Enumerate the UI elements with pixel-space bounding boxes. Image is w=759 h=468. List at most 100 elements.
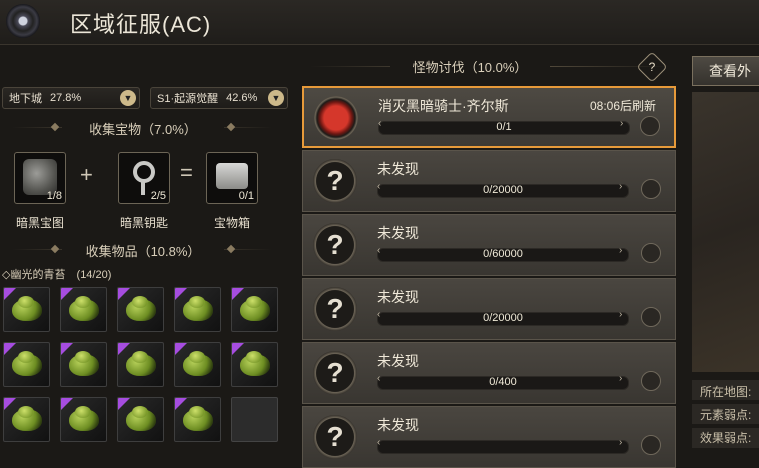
question-mark-icon: ? — [313, 159, 357, 203]
bar-left-cap-icon: ‹ — [377, 181, 381, 192]
dark-key-slot[interactable]: 2/5 — [118, 152, 170, 204]
moss-item-slot[interactable] — [117, 397, 164, 442]
moss-highlight — [132, 296, 148, 308]
rarity-corner — [118, 288, 130, 300]
bar-left-cap-icon: ‹ — [378, 118, 382, 129]
plus-sign: + — [80, 162, 93, 187]
ornament — [226, 122, 236, 132]
quest-name: 未发现 — [377, 225, 419, 241]
ornament — [50, 122, 60, 132]
bar-right-cap-icon: › — [620, 118, 624, 129]
rarity-corner — [61, 398, 73, 410]
progress-text: 0/400 — [489, 376, 517, 388]
moss-item-slot[interactable] — [60, 342, 107, 387]
moss-item-slot[interactable] — [3, 397, 50, 442]
key-icon — [133, 161, 155, 183]
rarity-corner — [175, 398, 187, 410]
moss-highlight — [189, 406, 205, 418]
moss-item-slot[interactable] — [117, 287, 164, 332]
treasure-chest-slot[interactable]: 0/1 — [206, 152, 258, 204]
effect-weakness-label: 效果弱点: — [700, 431, 752, 445]
moss-item-slot[interactable] — [174, 287, 221, 332]
bar-left-cap-icon: ‹ — [377, 437, 381, 448]
moss-item-slot[interactable] — [117, 342, 164, 387]
season-dropdown[interactable]: S1·起源觉醒 42.6% ▼ — [150, 87, 288, 109]
item-count: 0/1 — [238, 190, 254, 202]
progress-text: 0/20000 — [483, 312, 523, 324]
quest-progress-bar: 0/20000 — [377, 184, 629, 198]
chevron-down-icon: ▼ — [268, 90, 284, 106]
moss-highlight — [189, 351, 205, 363]
view-appearance-button[interactable]: 查看外 — [692, 56, 759, 86]
bar-right-cap-icon: › — [619, 245, 623, 256]
chest-icon — [216, 163, 248, 189]
moss-item-slot[interactable] — [231, 287, 278, 332]
rarity-corner — [4, 343, 16, 355]
question-mark-icon: ? — [313, 223, 357, 267]
quest-name: 未发现 — [377, 417, 419, 433]
reward-circle-icon[interactable] — [640, 116, 660, 136]
bar-right-cap-icon: › — [619, 373, 623, 384]
progress-text: 0/20000 — [483, 184, 523, 196]
quest-name: 未发现 — [377, 353, 419, 369]
quest-row[interactable]: 消灭黑暗骑士·齐尔斯 08:06后刷新 0/1 ‹ › — [302, 86, 676, 148]
quest-row[interactable]: ? 未发现 ‹ › — [302, 406, 676, 468]
red-demon-icon — [314, 96, 358, 140]
monster-preview — [692, 92, 759, 372]
quest-progress-bar: 0/60000 — [377, 248, 629, 262]
empty-item-slot[interactable] — [231, 397, 278, 442]
dungeon-dropdown[interactable]: 地下城 27.8% ▼ — [2, 87, 140, 109]
dropdown-label: S1·起源觉醒 — [157, 93, 219, 105]
moss-highlight — [18, 296, 34, 308]
help-icon: ? — [648, 60, 656, 74]
help-button[interactable]: ? — [636, 51, 668, 83]
reward-circle-icon[interactable] — [641, 179, 661, 199]
rarity-corner — [118, 343, 130, 355]
quest-row[interactable]: ? 未发现 0/20000 ‹ › — [302, 150, 676, 212]
moss-highlight — [246, 351, 262, 363]
progress-text: 0/60000 — [483, 248, 523, 260]
moss-item-slot[interactable] — [174, 397, 221, 442]
quest-row[interactable]: ? 未发现 0/20000 ‹ › — [302, 278, 676, 340]
moss-highlight — [75, 296, 91, 308]
bar-right-cap-icon: › — [619, 309, 623, 320]
item-label: 暗黑宝图 — [15, 216, 64, 230]
key-shaft — [141, 181, 145, 195]
quest-row[interactable]: ? 未发现 0/400 ‹ › — [302, 342, 676, 404]
ornament — [226, 244, 236, 254]
moss-highlight — [246, 296, 262, 308]
chevron-down-icon: ▼ — [120, 90, 136, 106]
moss-highlight — [132, 351, 148, 363]
monster-section-title: 怪物讨伐（10.0%） — [390, 57, 550, 76]
moss-highlight — [75, 406, 91, 418]
moss-highlight — [18, 406, 34, 418]
equals-sign: = — [180, 160, 193, 185]
top-header: 区域征服(AC) — [0, 0, 759, 45]
reward-circle-icon[interactable] — [641, 243, 661, 263]
moss-item-slot[interactable] — [3, 342, 50, 387]
material-subtitle: ◇幽光的青苔 (14/20) — [2, 266, 111, 282]
moss-item-slot[interactable] — [174, 342, 221, 387]
moss-item-slot[interactable] — [60, 287, 107, 332]
rarity-corner — [175, 343, 187, 355]
item-count: 2/5 — [150, 190, 166, 202]
rarity-corner — [175, 288, 187, 300]
dark-map-slot[interactable]: 1/8 — [14, 152, 66, 204]
item-count: 1/8 — [46, 190, 62, 202]
question-mark-icon: ? — [313, 415, 357, 459]
quest-name: 未发现 — [377, 161, 419, 177]
eye-orb-icon — [6, 4, 40, 38]
moss-item-slot[interactable] — [3, 287, 50, 332]
reward-circle-icon[interactable] — [641, 435, 661, 455]
ornament — [50, 244, 60, 254]
moss-item-slot[interactable] — [231, 342, 278, 387]
rarity-corner — [118, 398, 130, 410]
quest-name: 消灭黑暗骑士·齐尔斯 — [378, 98, 509, 114]
rarity-corner — [4, 398, 16, 410]
reward-circle-icon[interactable] — [641, 371, 661, 391]
dropdown-label: 地下城 — [9, 93, 42, 105]
quest-row[interactable]: ? 未发现 0/60000 ‹ › — [302, 214, 676, 276]
reward-circle-icon[interactable] — [641, 307, 661, 327]
moss-item-slot[interactable] — [60, 397, 107, 442]
rarity-corner — [61, 343, 73, 355]
